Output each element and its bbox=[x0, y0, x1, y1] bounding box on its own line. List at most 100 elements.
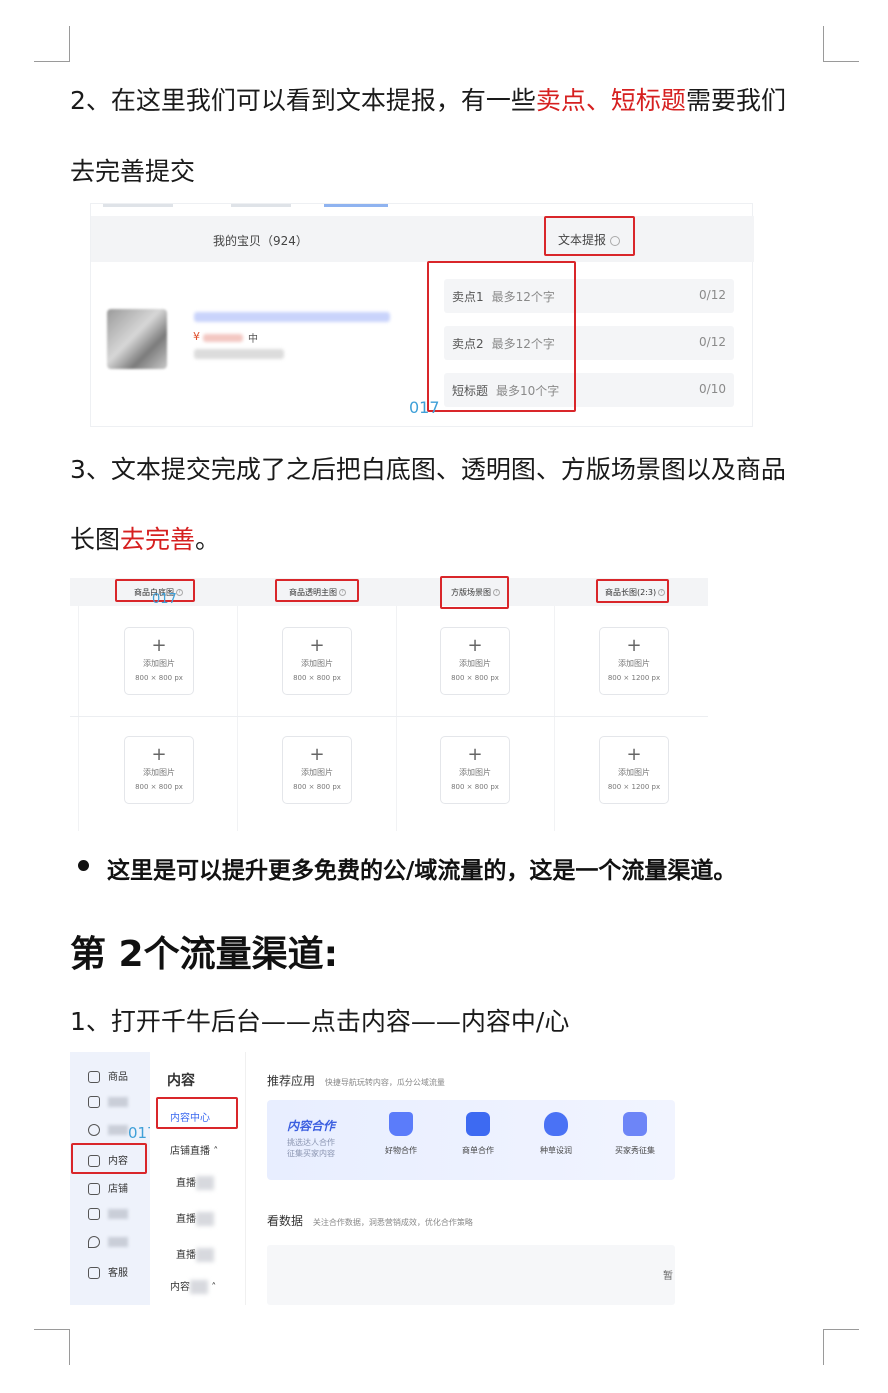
row-divider bbox=[70, 716, 708, 717]
add-image-button[interactable]: + 添加图片 800 × 800 px bbox=[440, 627, 510, 695]
nav-item-location[interactable] bbox=[88, 1236, 128, 1256]
page-corner-mark bbox=[823, 26, 859, 62]
data-panel: 暂 bbox=[267, 1245, 675, 1305]
highlight-box bbox=[544, 216, 635, 256]
highlight-text: 去完善 bbox=[120, 525, 196, 554]
blurred-label bbox=[108, 1125, 128, 1135]
text-run: 。 bbox=[195, 525, 221, 554]
blurred-label bbox=[196, 1176, 214, 1190]
page-corner-mark bbox=[34, 1329, 70, 1365]
subnav-content-more[interactable]: 内容 ˄ bbox=[170, 1278, 216, 1294]
card-subtitle: 征集买家内容 bbox=[287, 1149, 335, 1158]
add-image-button[interactable]: + 添加图片 800 × 800 px bbox=[440, 736, 510, 804]
watermark: 017 bbox=[409, 398, 440, 417]
subnav-label: 店铺直播 bbox=[170, 1146, 210, 1157]
image-upload-screenshot: 商品白底图? 商品透明主图? 方版场景图? 商品长图(2:3)? 017 + 添加… bbox=[70, 576, 710, 834]
app-buyer-show[interactable]: 买家秀征集 bbox=[605, 1112, 665, 1156]
blurred-label bbox=[108, 1209, 128, 1219]
blurred-label bbox=[108, 1097, 128, 1107]
add-image-button[interactable]: + 添加图片 800 × 1200 px bbox=[599, 736, 669, 804]
subnav-label: 直播 bbox=[176, 1178, 196, 1189]
plus-icon: + bbox=[626, 635, 642, 656]
picture-icon bbox=[623, 1112, 647, 1136]
storefront-icon bbox=[466, 1112, 490, 1136]
section-title: 看数据 bbox=[267, 1214, 304, 1228]
image-size-hint: 800 × 800 px bbox=[293, 783, 341, 791]
nav-item-service[interactable]: 客服 bbox=[88, 1264, 128, 1284]
table-header bbox=[91, 216, 754, 262]
product-thumbnail bbox=[107, 309, 167, 369]
card-title: 内容合作 bbox=[287, 1119, 336, 1133]
blurred-title bbox=[194, 312, 390, 322]
tab-fragment bbox=[103, 204, 173, 207]
price-symbol: ¥ bbox=[193, 330, 200, 343]
plus-icon: + bbox=[309, 744, 325, 765]
blurred-label bbox=[108, 1237, 128, 1247]
chevron-up-icon: ˄ bbox=[213, 1146, 219, 1157]
blurred-label bbox=[196, 1248, 214, 1262]
tab-fragment bbox=[231, 204, 291, 207]
text-run: 需要我们 bbox=[685, 86, 786, 115]
image-size-hint: 800 × 800 px bbox=[451, 783, 499, 791]
paragraph-step1: 1、打开千牛后台——点击内容——内容中/心 bbox=[70, 1007, 570, 1036]
text-run: 长图 bbox=[70, 525, 121, 554]
nav-item-order[interactable] bbox=[88, 1096, 128, 1116]
char-counter: 0/12 bbox=[699, 288, 726, 302]
plus-icon: + bbox=[467, 744, 483, 765]
subnav-live-item[interactable]: 直播 bbox=[176, 1210, 214, 1226]
image-size-hint: 800 × 800 px bbox=[293, 674, 341, 682]
page-corner-mark bbox=[823, 1329, 859, 1365]
app-business-orders[interactable]: 商单合作 bbox=[448, 1112, 508, 1156]
shopping-bag-icon bbox=[389, 1112, 413, 1136]
page-corner-mark bbox=[34, 26, 70, 62]
image-size-hint: 800 × 800 px bbox=[135, 783, 183, 791]
subnav-store-live[interactable]: 店铺直播 ˄ bbox=[170, 1142, 218, 1157]
paragraph-step3-line1: 3、文本提交完成了之后把白底图、透明图、方版场景图以及商品 bbox=[70, 455, 786, 484]
char-counter: 0/10 bbox=[699, 382, 726, 396]
nav-item-marketing[interactable] bbox=[88, 1208, 128, 1228]
app-good-items[interactable]: 好物合作 bbox=[371, 1112, 431, 1156]
plus-icon: + bbox=[151, 744, 167, 765]
add-image-label: 添加图片 bbox=[459, 768, 491, 777]
tab-my-baby[interactable]: 我的宝贝（924） bbox=[213, 232, 308, 249]
nav-item-product[interactable]: 商品 bbox=[88, 1068, 128, 1088]
add-image-button[interactable]: + 添加图片 800 × 800 px bbox=[282, 627, 352, 695]
add-image-button[interactable]: + 添加图片 800 × 800 px bbox=[124, 627, 194, 695]
plus-icon: + bbox=[309, 635, 325, 656]
store-icon bbox=[88, 1183, 100, 1195]
add-image-label: 添加图片 bbox=[459, 659, 491, 668]
add-image-button[interactable]: + 添加图片 800 × 800 px bbox=[282, 736, 352, 804]
column-divider bbox=[78, 606, 79, 831]
add-image-button[interactable]: + 添加图片 800 × 1200 px bbox=[599, 627, 669, 695]
add-image-label: 添加图片 bbox=[301, 768, 333, 777]
column-divider bbox=[237, 606, 238, 831]
nav-item-customer[interactable] bbox=[88, 1124, 128, 1144]
location-icon bbox=[88, 1236, 100, 1248]
subnav-label: 直播 bbox=[176, 1214, 196, 1225]
section-subtitle: 关注合作数据，洞悉营销成效，优化合作策略 bbox=[312, 1218, 473, 1227]
add-image-label: 添加图片 bbox=[301, 659, 333, 668]
bullet-dot bbox=[78, 860, 89, 871]
paragraph-step2-line1: 2、在这里我们可以看到文本提报，有一些卖点、短标题需要我们 bbox=[70, 84, 786, 118]
highlight-text: 卖点、短标题 bbox=[535, 86, 686, 115]
qianniu-content-screenshot: 商品 内容 店铺 客服 017 内容 内容中心 店铺直播 ˄ 直播 直播 直播 … bbox=[70, 1052, 675, 1305]
subnav-live-item[interactable]: 直播 bbox=[176, 1246, 214, 1262]
highlight-box bbox=[156, 1097, 238, 1129]
main-nav: 商品 内容 店铺 客服 bbox=[70, 1052, 150, 1305]
add-image-button[interactable]: + 添加图片 800 × 800 px bbox=[124, 736, 194, 804]
money-bag-icon bbox=[544, 1112, 568, 1136]
content-cooperation-card: 内容合作 挑选达人合作 征集买家内容 好物合作 商单合作 种草设润 买家秀征集 bbox=[267, 1100, 675, 1180]
image-size-hint: 800 × 1200 px bbox=[607, 674, 661, 682]
add-image-label: 添加图片 bbox=[618, 659, 650, 668]
nav-item-store[interactable]: 店铺 bbox=[88, 1180, 128, 1200]
subnav-live-item[interactable]: 直播 bbox=[176, 1174, 214, 1190]
chevron-up-icon: ˄ bbox=[211, 1282, 217, 1293]
plus-icon: + bbox=[626, 744, 642, 765]
subnav-title: 内容 bbox=[167, 1073, 195, 1089]
price-text: ¥ bbox=[193, 330, 200, 343]
blurred-info bbox=[194, 349, 284, 359]
app-seeding[interactable]: 种草设润 bbox=[526, 1112, 586, 1156]
image-size-hint: 800 × 800 px bbox=[451, 674, 499, 682]
recommend-apps-header: 推荐应用 快捷导航玩转内容，瓜分公域流量 bbox=[267, 1072, 445, 1089]
add-image-label: 添加图片 bbox=[143, 768, 175, 777]
